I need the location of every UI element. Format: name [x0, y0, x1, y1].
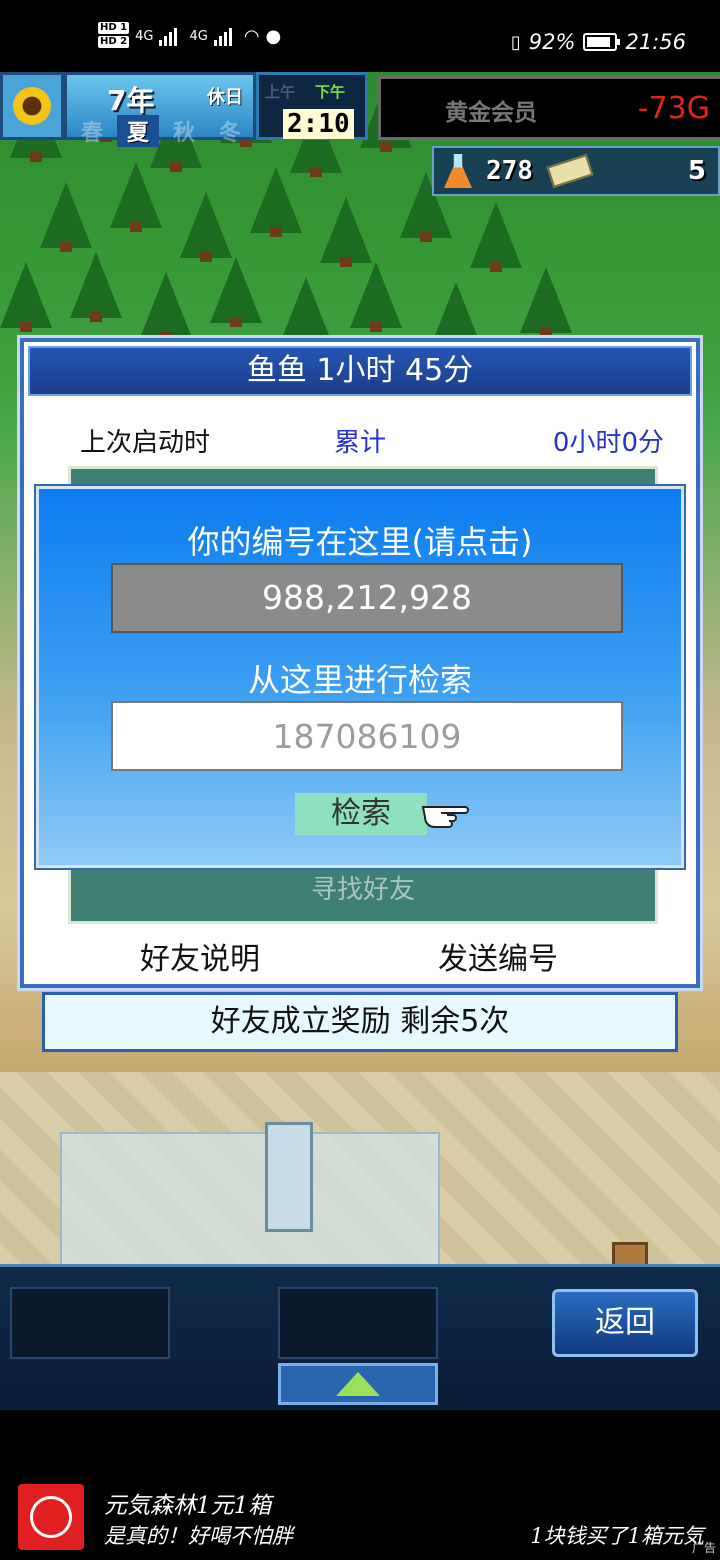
expand-button[interactable] — [278, 1363, 438, 1405]
ad-title: 元気森林1元1箱 — [104, 1493, 272, 1519]
season-autumn: 秋 — [172, 121, 195, 146]
network-label-1: 4G — [135, 28, 154, 44]
tree-sprite — [470, 202, 522, 272]
member-panel[interactable]: 黄金会员 -73G — [378, 76, 720, 140]
status-bar: HD 1 HD 2 4G 4G ◠ ● ▯ 92% 21:56 — [0, 0, 720, 72]
reward-bar: 好友成立奖励 剩余5次 — [42, 992, 678, 1052]
last-start-label: 上次启动时 — [80, 428, 211, 458]
tree-sprite — [180, 192, 232, 262]
season-winter: 冬 — [218, 121, 241, 146]
panel-title: 鱼鱼 1小时 45分 — [28, 346, 692, 396]
money-display: -73G — [637, 91, 710, 126]
season-spring: 春 — [80, 121, 103, 146]
signal-icon — [213, 26, 238, 46]
holiday-label: 休日 — [207, 87, 243, 108]
friend-help-button[interactable]: 好友说明 — [140, 934, 260, 978]
friend-search-dialog: 你的编号在这里(请点击) 988,212,928 从这里进行检索 检索 — [36, 486, 684, 868]
total-value: 0小时0分 — [552, 428, 664, 458]
season-row: 春 夏 秋 冬 — [71, 115, 251, 147]
qq-icon: ● — [265, 25, 282, 47]
tree-sprite — [250, 167, 302, 237]
ad-subtitle: 是真的！好喝不怕胖 — [104, 1524, 293, 1548]
up-arrow-icon — [336, 1372, 380, 1396]
tree-sprite — [210, 257, 262, 327]
your-id-box[interactable]: 988,212,928 — [111, 563, 623, 633]
ticket-count: 5 — [687, 156, 706, 186]
season-summer: 夏 — [117, 115, 159, 147]
hd-badges: HD 1 HD 2 — [98, 22, 130, 50]
am-label: 上午 — [265, 83, 296, 101]
signal-icon — [159, 26, 183, 46]
vibrate-icon: ▯ — [510, 31, 521, 53]
pinduoduo-logo-icon — [18, 1484, 84, 1550]
return-button[interactable]: 返回 — [552, 1289, 698, 1357]
battery-icon — [583, 33, 621, 51]
your-id-label: 你的编号在这里(请点击) — [187, 523, 533, 561]
time-panel: 上午 下午 2:10 — [256, 72, 368, 140]
research-points: 278 — [486, 156, 533, 186]
empty-slot-left[interactable] — [10, 1287, 170, 1359]
ticket-icon — [546, 154, 594, 188]
tree-sprite — [70, 252, 122, 322]
door-sprite — [265, 1122, 313, 1232]
tree-sprite — [0, 262, 52, 332]
pointing-hand-icon — [421, 806, 469, 828]
search-label: 从这里进行检索 — [247, 661, 472, 699]
network-label-2: 4G — [189, 28, 208, 44]
tree-sprite — [40, 182, 92, 252]
top-hud: 7年 休日 春 夏 秋 冬 上午 下午 2:10 黄金会员 -73G — [0, 72, 720, 147]
resource-panel: 278 5 — [432, 146, 720, 196]
status-left: HD 1 HD 2 4G 4G ◠ ● — [98, 22, 281, 50]
find-friend-button[interactable]: 寻找好友 — [71, 869, 655, 906]
game-clock: 2:10 — [283, 109, 354, 139]
ad-tag: 广告 — [691, 1541, 716, 1555]
tree-sprite — [320, 197, 372, 267]
year-label: 7年 — [107, 84, 155, 117]
tree-sprite — [140, 272, 192, 342]
total-label: 累计 — [334, 428, 387, 458]
playtime-row: 上次启动时 累计 0小时0分 — [60, 408, 664, 472]
tree-sprite — [350, 262, 402, 332]
member-label: 黄金会员 — [445, 100, 537, 126]
sunflower-icon[interactable] — [0, 72, 64, 140]
logo-ring — [30, 1496, 72, 1538]
empty-slot-center[interactable] — [278, 1287, 438, 1359]
flask-icon — [444, 154, 472, 188]
ad-right-text: 1块钱买了1箱元気 — [530, 1524, 704, 1548]
tree-sprite — [520, 267, 572, 337]
wifi-icon: ◠ — [243, 25, 260, 47]
date-panel: 7年 休日 春 夏 秋 冬 — [64, 72, 256, 147]
status-right: ▯ 92% 21:56 — [511, 30, 686, 54]
chair-sprite — [612, 1242, 648, 1264]
sunflower-graphic — [13, 87, 51, 125]
panel-buttons: 好友说明 发送编号 — [24, 934, 696, 984]
hd1-badge: HD 1 — [98, 22, 130, 34]
search-button[interactable]: 检索 — [295, 793, 427, 835]
pm-label: 下午 — [315, 83, 346, 101]
tree-sprite — [280, 277, 332, 347]
send-id-button[interactable]: 发送编号 — [438, 934, 558, 978]
room-scenery — [60, 1132, 440, 1264]
battery-percent: 92% — [528, 30, 576, 54]
hd2-badge: HD 2 — [98, 36, 130, 48]
bottom-bar: 返回 — [0, 1264, 720, 1410]
status-time: 21:56 — [625, 30, 686, 54]
ad-banner[interactable]: 元気森林1元1箱 是真的！好喝不怕胖 1块钱买了1箱元気 广告 — [0, 1410, 720, 1560]
search-input[interactable] — [111, 701, 623, 771]
tree-sprite — [110, 162, 162, 232]
